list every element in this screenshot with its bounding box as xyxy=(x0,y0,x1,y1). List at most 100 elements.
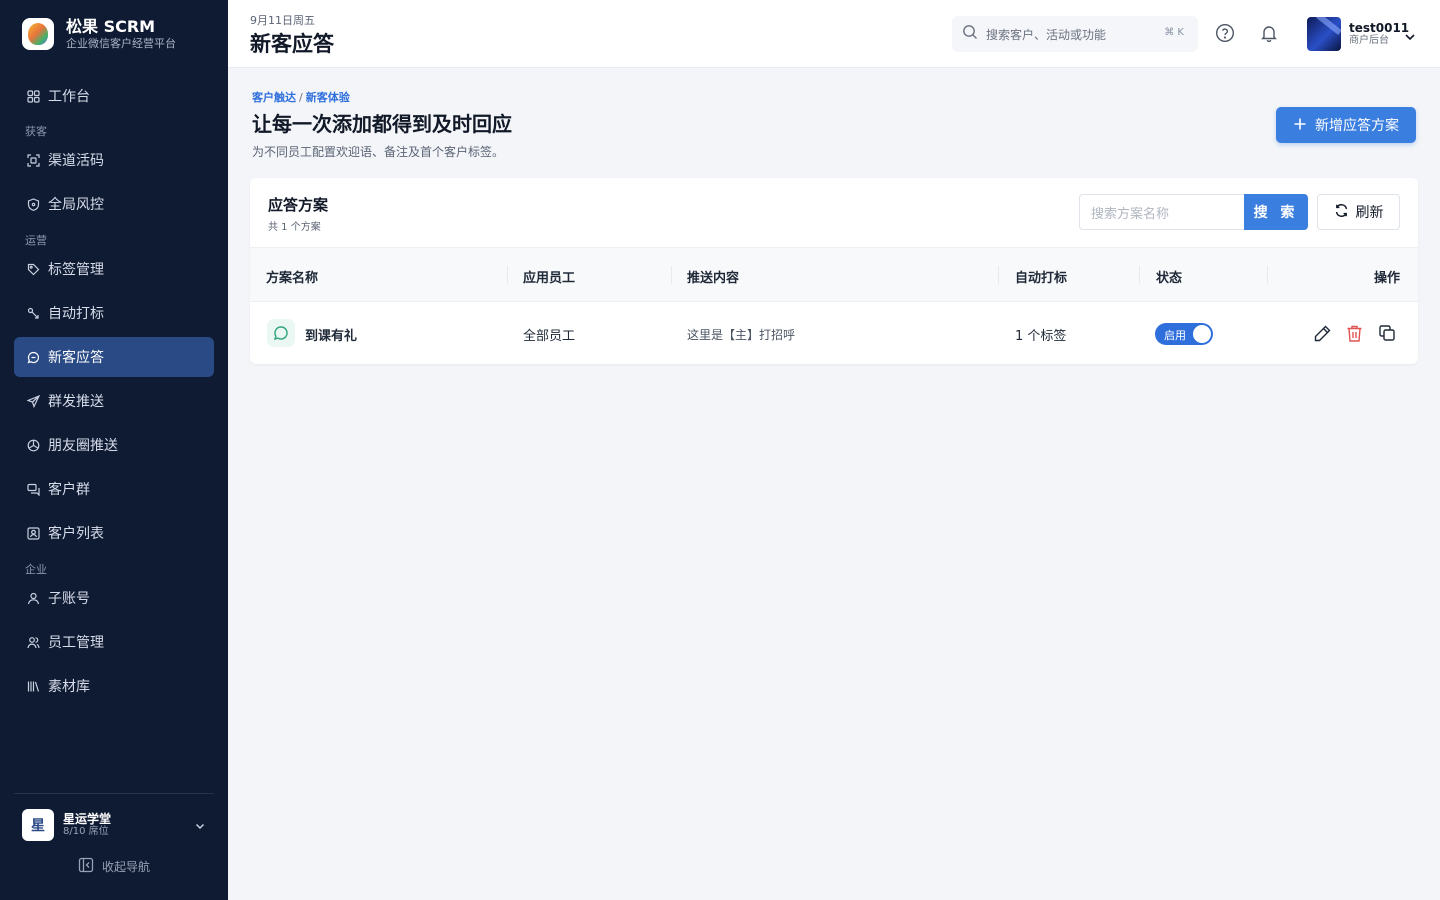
grid-icon xyxy=(26,89,40,103)
reply-plan-card: 应答方案 共 1 个方案 搜索方案名称 搜 索 刷新 方案名称 应用员工 推送内… xyxy=(250,178,1418,364)
table-row[interactable]: 到课有礼 全部员工 这里是【主】打招呼 1 个标签 启用 xyxy=(250,302,1418,364)
plan-search: 搜索方案名称 搜 索 xyxy=(1079,194,1308,230)
toggle-knob xyxy=(1193,325,1211,343)
column-header-actions: 操作 xyxy=(1374,271,1401,286)
bell-icon[interactable] xyxy=(1259,23,1279,47)
column-separator xyxy=(998,266,999,284)
breadcrumb-separator: / xyxy=(299,91,303,104)
sidebar-item-label: 群发推送 xyxy=(48,394,104,410)
sidebar-item-sub-account[interactable]: 子账号 xyxy=(14,578,214,618)
edit-icon[interactable] xyxy=(1313,324,1332,347)
plan-count: 共 1 个方案 xyxy=(268,222,321,233)
sidebar-item-material-lib[interactable]: 素材库 xyxy=(14,666,214,706)
user-role: 商户后台 xyxy=(1349,35,1389,46)
sidebar-item-label: 素材库 xyxy=(48,679,90,695)
status-toggle[interactable]: 启用 xyxy=(1155,323,1213,345)
sidebar-item-label: 自动打标 xyxy=(48,306,104,322)
section-description: 为不同员工配置欢迎语、备注及首个客户标签。 xyxy=(252,145,505,159)
header-date: 9月11日周五 xyxy=(250,14,315,27)
brand[interactable]: 松果 SCRM 企业微信客户经营平台 xyxy=(22,17,176,51)
sidebar-divider xyxy=(14,793,214,794)
tag-icon xyxy=(26,262,40,276)
page-title: 新客应答 xyxy=(250,32,334,56)
plan-content: 这里是【主】打招呼 xyxy=(687,328,796,342)
sidebar-item-label: 全局风控 xyxy=(48,197,104,213)
sidebar-item-label: 朋友圈推送 xyxy=(48,438,118,454)
sidebar-item-tag-manage[interactable]: 标签管理 xyxy=(14,249,214,289)
add-reply-plan-button[interactable]: 新增应答方案 xyxy=(1276,107,1416,143)
sidebar-item-label: 子账号 xyxy=(48,591,90,607)
sidebar: 松果 SCRM 企业微信客户经营平台 工作台 获客 渠道活码 全局风控 运营 标… xyxy=(0,0,228,900)
collapse-nav-button[interactable]: 收起导航 xyxy=(78,857,150,876)
column-header-status: 状态 xyxy=(1156,271,1183,286)
qrcode-scan-icon xyxy=(26,153,40,167)
add-reply-plan-label: 新增应答方案 xyxy=(1315,118,1399,134)
copy-icon[interactable] xyxy=(1378,324,1396,346)
sidebar-item-mass-push[interactable]: 群发推送 xyxy=(14,381,214,421)
refresh-button[interactable]: 刷新 xyxy=(1317,194,1400,230)
library-icon xyxy=(26,679,40,693)
sidebar-item-risk-control[interactable]: 全局风控 xyxy=(14,184,214,224)
plan-search-input[interactable]: 搜索方案名称 xyxy=(1079,194,1244,230)
chat-bubble-icon xyxy=(267,319,295,347)
sidebar-item-workbench[interactable]: 工作台 xyxy=(14,76,214,116)
user-menu[interactable]: test0011 商户后台 xyxy=(1307,17,1409,51)
contact-card-icon xyxy=(26,526,40,540)
sidebar-item-moments-push[interactable]: 朋友圈推送 xyxy=(14,425,214,465)
sidebar-collapse-icon xyxy=(78,857,102,876)
org-switcher[interactable]: 星 星运学堂 8/10 席位 xyxy=(22,808,212,842)
sidebar-item-new-reply[interactable]: 新客应答 xyxy=(14,337,214,377)
sidebar-item-label: 标签管理 xyxy=(48,262,104,278)
sidebar-item-label: 员工管理 xyxy=(48,635,104,651)
send-icon xyxy=(26,394,40,408)
users-icon xyxy=(26,635,40,649)
search-button[interactable]: 搜 索 xyxy=(1244,194,1308,230)
chat-icon xyxy=(26,350,40,364)
sidebar-item-channel-code[interactable]: 渠道活码 xyxy=(14,140,214,180)
brand-logo xyxy=(22,18,54,50)
nav-section-acquire: 获客 xyxy=(25,125,47,138)
column-separator xyxy=(507,266,508,284)
breadcrumb: 客户触达 / 新客体验 xyxy=(252,89,350,105)
global-search-input[interactable]: 搜索客户、活动或功能 ⌘ K xyxy=(952,16,1198,52)
org-seats: 8/10 席位 xyxy=(63,826,109,837)
help-icon[interactable] xyxy=(1215,23,1235,47)
plan-staff: 全部员工 xyxy=(523,329,576,344)
chevron-down-icon[interactable] xyxy=(1403,29,1417,48)
brand-name: 松果 SCRM xyxy=(66,17,156,36)
plan-tags: 1 个标签 xyxy=(1015,329,1067,344)
aperture-icon xyxy=(26,438,40,452)
column-separator xyxy=(1267,266,1268,284)
org-avatar: 星 xyxy=(22,809,54,841)
refresh-icon xyxy=(1334,203,1356,222)
top-header: 9月11日周五 新客应答 搜索客户、活动或功能 ⌘ K test0011 商户后… xyxy=(228,0,1440,68)
search-icon xyxy=(962,24,978,44)
sidebar-item-customer-list[interactable]: 客户列表 xyxy=(14,513,214,553)
avatar xyxy=(1307,17,1341,51)
column-header-content: 推送内容 xyxy=(687,271,740,286)
breadcrumb-item[interactable]: 客户触达 xyxy=(252,91,296,104)
global-search-placeholder: 搜索客户、活动或功能 xyxy=(986,27,1107,42)
nav-section-operate: 运营 xyxy=(25,234,47,247)
shield-icon xyxy=(26,197,40,211)
brand-subtitle: 企业微信客户经营平台 xyxy=(66,37,176,50)
sidebar-item-customer-group[interactable]: 客户群 xyxy=(14,469,214,509)
card-title: 应答方案 xyxy=(268,196,329,214)
refresh-label: 刷新 xyxy=(1355,205,1384,221)
org-name: 星运学堂 xyxy=(63,812,112,826)
column-separator xyxy=(1139,266,1140,284)
search-shortcut: ⌘ K xyxy=(1164,27,1184,38)
breadcrumb-item[interactable]: 新客体验 xyxy=(306,91,350,104)
group-chat-icon xyxy=(26,482,40,496)
delete-icon[interactable] xyxy=(1346,324,1363,347)
chevron-down-icon xyxy=(194,817,206,836)
column-header-staff: 应用员工 xyxy=(523,271,576,286)
sidebar-item-label: 新客应答 xyxy=(48,350,104,366)
plan-name[interactable]: 到课有礼 xyxy=(305,325,357,344)
column-separator xyxy=(671,266,672,284)
sidebar-item-auto-tag[interactable]: 自动打标 xyxy=(14,293,214,333)
sidebar-item-staff-manage[interactable]: 员工管理 xyxy=(14,622,214,662)
nav-section-enterprise: 企业 xyxy=(25,563,47,576)
sidebar-item-label: 工作台 xyxy=(48,89,90,105)
sidebar-item-label: 客户群 xyxy=(48,482,90,498)
